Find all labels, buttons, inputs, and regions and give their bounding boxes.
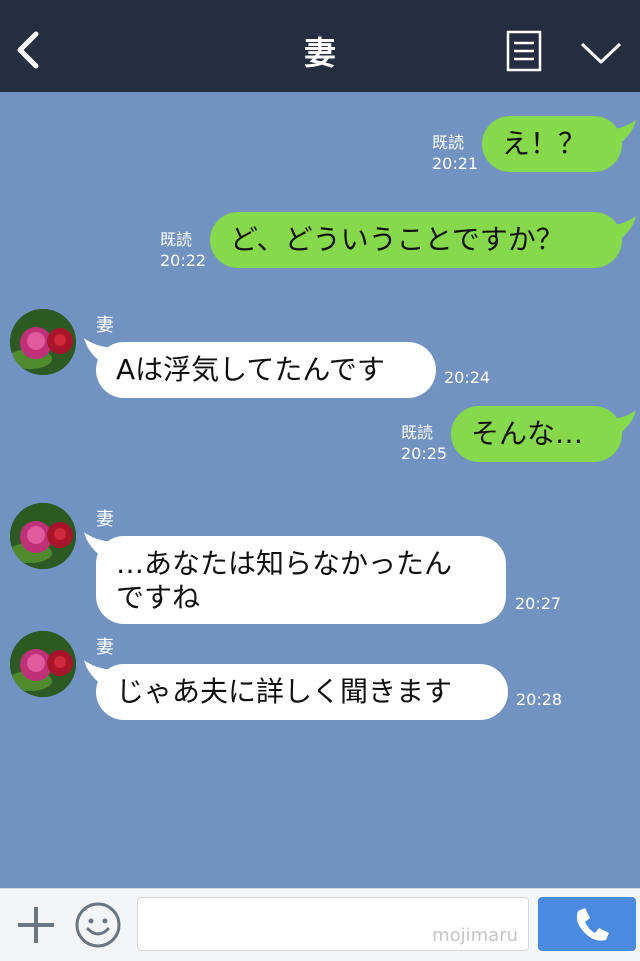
message-time: 20:24 [444, 368, 491, 387]
input-bar: mojimaru [0, 888, 640, 961]
message-bubble-out[interactable]: え！？ [482, 116, 622, 172]
sender-name: 妻 [96, 509, 114, 530]
message-input[interactable]: mojimaru [137, 897, 529, 951]
message-bubble-out[interactable]: ど、どういうことですか？ [210, 212, 622, 268]
message-meta: 既読 20:22 [160, 229, 206, 271]
message-time: 20:25 [401, 444, 448, 463]
chevron-down-icon [580, 42, 622, 64]
avatar[interactable] [10, 309, 76, 375]
add-button[interactable] [14, 903, 58, 947]
sender-name: 妻 [96, 315, 114, 336]
call-button[interactable] [538, 897, 636, 951]
emoji-button[interactable] [74, 901, 122, 949]
emoji-icon [75, 902, 121, 948]
bubble-tail [608, 120, 636, 148]
message-text: じゃあ夫に詳しく聞きます [116, 675, 453, 708]
chat-title: 妻 [303, 34, 336, 72]
avatar[interactable] [10, 503, 76, 569]
message-meta: 既読 20:21 [432, 132, 478, 174]
rose-avatar-image [10, 309, 76, 375]
plus-icon [18, 907, 54, 943]
chat-header: 妻 [0, 0, 640, 92]
read-receipt: 既読 [432, 133, 465, 152]
phone-icon [576, 908, 609, 941]
menu-button[interactable] [506, 30, 542, 72]
message-meta: 既読 20:25 [401, 422, 447, 464]
chat-area[interactable]: 既読 20:21 え！？ 既読 20:22 ど、どういうことですか？ 妻 Aは浮… [0, 92, 640, 888]
bubble-tail [608, 410, 636, 438]
sender-name: 妻 [96, 637, 114, 658]
message-text: ど、どういうことですか？ [230, 223, 564, 256]
menu-icon [506, 30, 542, 72]
message-text: Aは浮気してたんです [116, 353, 385, 386]
message-time: 20:21 [432, 154, 479, 173]
message-text-line: …あなたは知らなかったん [116, 547, 453, 580]
message-bubble-out[interactable]: そんな… [451, 406, 622, 462]
message-text-line: ですね [116, 581, 201, 614]
avatar[interactable] [10, 631, 76, 697]
message-time: 20:22 [160, 251, 207, 270]
read-receipt: 既読 [160, 230, 193, 249]
rose-avatar-image [10, 503, 76, 569]
message-bubble-in[interactable]: じゃあ夫に詳しく聞きます [96, 664, 508, 720]
message-time: 20:27 [515, 594, 562, 613]
rose-avatar-image [10, 631, 76, 697]
message-text: え！？ [502, 127, 587, 160]
watermark-text: mojimaru [432, 925, 518, 946]
message-time: 20:28 [516, 690, 563, 709]
message-bubble-in[interactable]: …あなたは知らなかったん ですね [96, 536, 506, 624]
message-bubble-in[interactable]: Aは浮気してたんです [96, 342, 436, 398]
collapse-button[interactable] [578, 38, 624, 70]
read-receipt: 既読 [401, 423, 434, 442]
message-text: そんな… [471, 417, 584, 450]
bubble-tail [608, 216, 636, 244]
